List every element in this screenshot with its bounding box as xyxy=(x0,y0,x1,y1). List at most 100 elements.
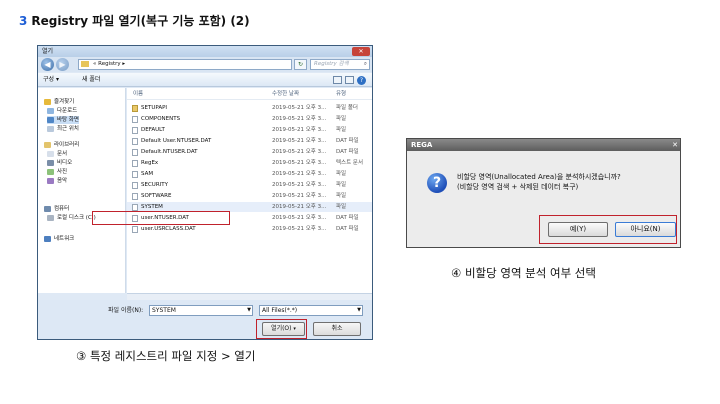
address-bar[interactable]: « Registry ▸ xyxy=(78,59,292,70)
column-name-header[interactable]: 이름 xyxy=(133,88,143,100)
filename-field[interactable]: SYSTEM ▼ xyxy=(149,305,253,316)
file-type: 파일 xyxy=(336,182,347,188)
filetype-select[interactable]: All Files(*.*) ▼ xyxy=(259,305,363,316)
help-icon[interactable]: ? xyxy=(357,76,366,85)
file-row[interactable]: COMPONENTS 2019-05-21 오후 3... 파일 xyxy=(127,114,372,124)
refresh-icon[interactable]: ↻ xyxy=(294,59,307,70)
nav-label: 최근 위치 xyxy=(57,126,79,132)
nav-item-desktop[interactable]: 바탕 화면 xyxy=(47,116,79,124)
download-icon xyxy=(47,108,54,114)
answer-buttons-highlight xyxy=(539,215,677,244)
filename-label: 파일 이름(N): xyxy=(108,307,144,314)
dialog-footer: 파일 이름(N): SYSTEM ▼ All Files(*.*) ▼ 열기(O… xyxy=(38,300,372,339)
view-options-icon[interactable] xyxy=(333,76,342,84)
chevron-down-icon[interactable]: ▼ xyxy=(247,306,251,315)
file-icon xyxy=(132,116,138,123)
nav-item-music[interactable]: 음악 xyxy=(47,177,67,185)
file-row[interactable]: RegEx 2019-05-21 오후 3... 텍스트 문서 xyxy=(127,158,372,168)
file-icon xyxy=(132,149,138,156)
nav-item-downloads[interactable]: 다운로드 xyxy=(47,107,77,115)
document-icon xyxy=(47,151,54,157)
file-type: DAT 파일 xyxy=(336,149,359,155)
file-type: 파일 xyxy=(336,204,347,210)
file-icon xyxy=(132,127,138,134)
file-row[interactable]: SAM 2019-05-21 오후 3... 파일 xyxy=(127,169,372,179)
nav-item-local-disk[interactable]: 로컬 디스크 (C:) xyxy=(47,214,96,222)
message-titlebar: REGA ✕ xyxy=(407,139,680,151)
search-input[interactable]: Registry 검색 ⌕ xyxy=(310,59,370,70)
file-date: 2019-05-21 오후 3... xyxy=(272,160,327,166)
file-name: COMPONENTS xyxy=(141,116,181,122)
file-type: 파일 xyxy=(336,193,347,199)
cancel-button[interactable]: 취소 xyxy=(313,322,361,336)
column-date-header[interactable]: 수정한 날짜 xyxy=(272,88,299,100)
nav-item-recent[interactable]: 최근 위치 xyxy=(47,125,79,133)
cancel-button-label: 취소 xyxy=(331,325,343,332)
navigation-pane: 즐겨찾기 다운로드 바탕 화면 최근 위치 라이브러리 문서 비디오 사진 음악… xyxy=(38,88,126,293)
file-name: SAM xyxy=(141,171,154,177)
nav-item-computer[interactable]: 컴퓨터 xyxy=(44,205,69,213)
nav-label: 문서 xyxy=(57,151,68,157)
file-type: DAT 파일 xyxy=(336,138,359,144)
open-button-highlight xyxy=(256,319,307,339)
slide-number: 3 xyxy=(19,14,28,28)
message-line-1: 비할당 영역(Unallocated Area)을 분석하시겠습니까? xyxy=(457,173,621,181)
file-name: SETUPAPI xyxy=(141,105,168,111)
video-icon xyxy=(47,160,54,166)
nav-label: 음악 xyxy=(57,178,68,184)
organize-button[interactable]: 구성 ▾ xyxy=(43,73,59,87)
address-path: « Registry ▸ xyxy=(93,61,126,67)
dialog-title: 열기 xyxy=(42,48,54,55)
forward-arrow-icon[interactable]: ▶ xyxy=(56,58,69,71)
address-row: ◀ ▶ « Registry ▸ ↻ Registry 검색 ⌕ xyxy=(38,57,372,72)
nav-item-documents[interactable]: 문서 xyxy=(47,150,67,158)
file-row[interactable]: SECURITY 2019-05-21 오후 3... 파일 xyxy=(127,180,372,190)
file-date: 2019-05-21 오후 3... xyxy=(272,105,327,111)
nav-item-favorites[interactable]: 즐겨찾기 xyxy=(44,98,74,106)
file-date: 2019-05-21 오후 3... xyxy=(272,226,327,232)
file-icon xyxy=(132,226,138,233)
nav-label: 바탕 화면 xyxy=(57,117,79,123)
search-placeholder: Registry 검색 xyxy=(314,61,349,67)
file-row[interactable]: SETUPAPI 2019-05-21 오후 3... 파일 폴더 xyxy=(127,103,372,113)
file-row[interactable]: Default User.NTUSER.DAT 2019-05-21 오후 3..… xyxy=(127,136,372,146)
nav-item-network[interactable]: 네트워크 xyxy=(44,235,74,243)
caption-select-analysis: ④ 비할당 영역 분석 여부 선택 xyxy=(451,266,596,280)
folder-icon xyxy=(132,105,138,112)
back-arrow-icon[interactable]: ◀ xyxy=(41,58,54,71)
column-type-header[interactable]: 유형 xyxy=(336,88,346,100)
close-icon[interactable]: ✕ xyxy=(672,139,678,151)
file-name: Default User.NTUSER.DAT xyxy=(141,138,212,144)
nav-item-libraries[interactable]: 라이브러리 xyxy=(44,141,79,149)
new-folder-button[interactable]: 새 폴더 xyxy=(82,73,100,87)
search-icon: ⌕ xyxy=(363,61,367,67)
file-icon xyxy=(132,160,138,167)
file-name: Default.NTUSER.DAT xyxy=(141,149,198,155)
chevron-down-icon[interactable]: ▼ xyxy=(357,306,361,315)
file-name: user.USRCLASS.DAT xyxy=(141,226,196,232)
disk-icon xyxy=(47,215,54,221)
file-icon xyxy=(132,182,138,189)
file-date: 2019-05-21 오후 3... xyxy=(272,182,327,188)
file-list: 이름 수정한 날짜 유형 SETUPAPI 2019-05-21 오후 3... 파… xyxy=(127,88,372,293)
file-date: 2019-05-21 오후 3... xyxy=(272,127,327,133)
close-icon[interactable]: ✕ xyxy=(352,47,370,56)
system-file-highlight xyxy=(92,211,230,225)
slide-title-text: Registry 파일 열기(복구 기능 포함) (2) xyxy=(31,14,250,28)
file-type: DAT 파일 xyxy=(336,215,359,221)
nav-item-pictures[interactable]: 사진 xyxy=(47,168,67,176)
caption-open-file: ③ 특정 레지스트리 파일 지정 > 열기 xyxy=(76,349,256,363)
file-type: 파일 xyxy=(336,116,347,122)
horizontal-scrollbar[interactable] xyxy=(127,293,372,300)
file-row[interactable]: SOFTWARE 2019-05-21 오후 3... 파일 xyxy=(127,191,372,201)
preview-pane-icon[interactable] xyxy=(345,76,354,84)
file-row[interactable]: user.USRCLASS.DAT 2019-05-21 오후 3... DAT 파… xyxy=(127,224,372,234)
question-icon: ? xyxy=(427,173,447,193)
file-row[interactable]: Default.NTUSER.DAT 2019-05-21 오후 3... DAT … xyxy=(127,147,372,157)
file-name: RegEx xyxy=(141,160,159,166)
toolbar: 구성 ▾ 새 폴더 ? xyxy=(38,73,372,87)
nav-item-videos[interactable]: 비디오 xyxy=(47,159,72,167)
file-row[interactable]: DEFAULT 2019-05-21 오후 3... 파일 xyxy=(127,125,372,135)
file-name: DEFAULT xyxy=(141,127,165,133)
file-type: 파일 폴더 xyxy=(336,105,358,111)
